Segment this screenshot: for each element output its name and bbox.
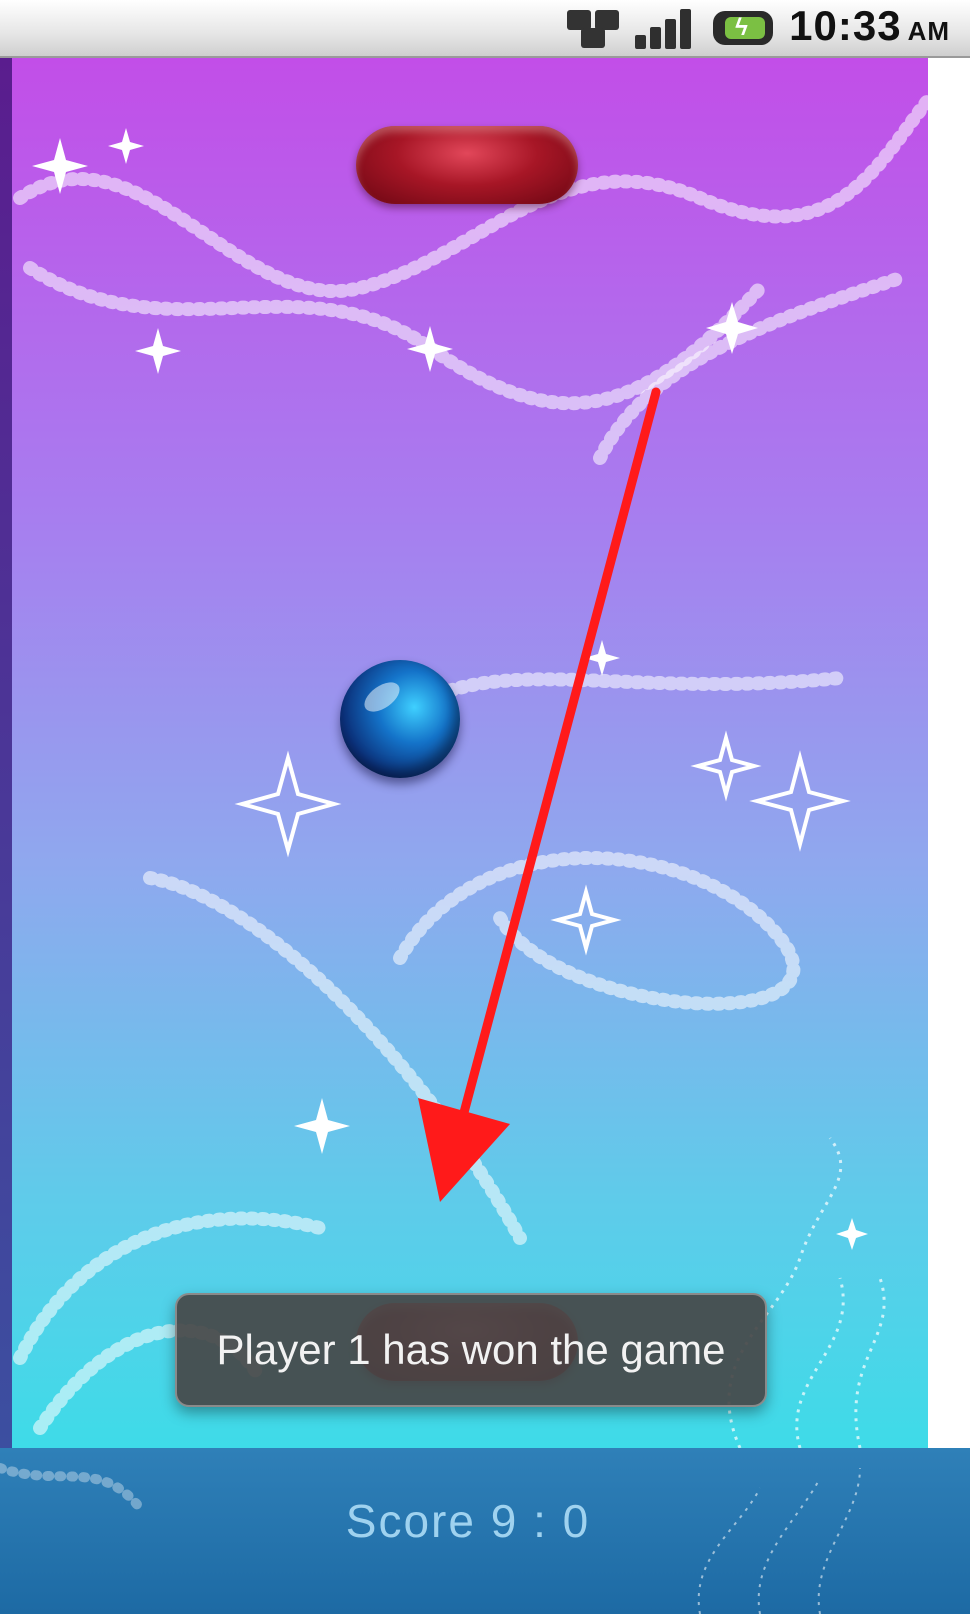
status-icons: ϟ 10:33 AM [565, 0, 950, 56]
score-label: Score 9 : 0 [345, 1495, 591, 1547]
signal-bars-icon [635, 7, 692, 49]
status-bar: ϟ 10:33 AM [0, 0, 970, 58]
winner-toast: Player 1 has won the game [175, 1293, 767, 1407]
clock-ampm: AM [907, 15, 950, 46]
network-data-icon [565, 6, 621, 50]
opponent-paddle [356, 126, 578, 204]
game-board[interactable]: Player 1 has won the game [0, 58, 970, 1448]
left-edge [0, 58, 12, 1448]
clock-time: 10:33 [789, 1, 902, 49]
battery-charging-icon: ϟ [705, 9, 775, 47]
right-edge [928, 58, 970, 1448]
game-ball [340, 660, 460, 778]
clock: 10:33 AM [789, 0, 950, 59]
sparkle-background [13, 91, 937, 1448]
score-bar: Score 9 : 0 [0, 1448, 970, 1614]
